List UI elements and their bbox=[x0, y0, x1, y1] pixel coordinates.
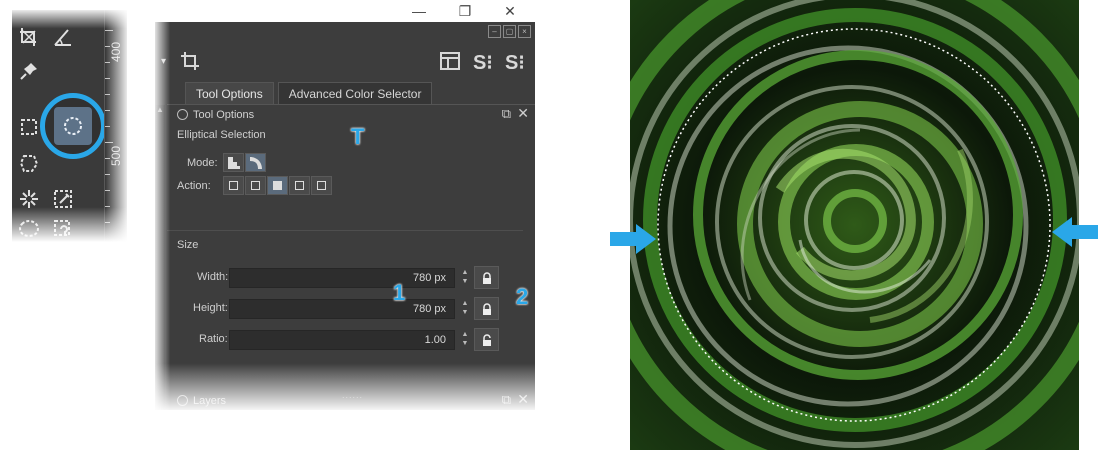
tab-advanced-color-selector[interactable]: Advanced Color Selector bbox=[277, 82, 433, 104]
mode-vector-icon[interactable] bbox=[245, 153, 266, 172]
rectangle-select-icon[interactable] bbox=[16, 114, 42, 140]
dropdown-arrow-icon[interactable]: ▾ bbox=[161, 56, 166, 67]
ruler-label-500: 500 bbox=[109, 145, 123, 166]
ratio-field[interactable]: 1.00 bbox=[229, 330, 455, 350]
ellipse-select-icon[interactable] bbox=[54, 107, 92, 145]
action-label: Action: bbox=[177, 180, 211, 192]
layers-docker-title: Layers bbox=[177, 395, 226, 407]
splitter-grip[interactable]: ...... bbox=[342, 390, 363, 400]
app-body: – ▢ × ▾ S⁝ S⁝ Tool Options Advanced Colo… bbox=[155, 22, 535, 410]
ratio-lock-button[interactable] bbox=[474, 328, 499, 351]
swirl-artwork bbox=[630, 0, 1079, 450]
lock-docker-icon[interactable] bbox=[177, 109, 188, 120]
crop-tool-icon[interactable] bbox=[179, 50, 201, 78]
docker-tabs: Tool Options Advanced Color Selector bbox=[185, 82, 436, 104]
tool-name: Elliptical Selection bbox=[177, 129, 266, 141]
tab-tool-options[interactable]: Tool Options bbox=[185, 82, 274, 104]
subwindow-close-icon[interactable]: × bbox=[518, 25, 531, 38]
subwindow-restore-icon[interactable]: ▢ bbox=[503, 25, 516, 38]
docker-toolbar: ▾ S⁝ S⁝ bbox=[155, 44, 535, 78]
scroll-up-icon[interactable]: ▲ bbox=[155, 105, 165, 115]
height-lock-button[interactable] bbox=[474, 297, 499, 320]
mode-pixel-icon[interactable] bbox=[223, 153, 244, 172]
section-divider bbox=[167, 230, 523, 231]
mode-buttons bbox=[223, 153, 266, 172]
right-arrow-icon bbox=[1052, 217, 1098, 247]
close-docker-icon[interactable]: ✕ bbox=[517, 105, 529, 122]
polygon-select-icon[interactable] bbox=[16, 150, 42, 176]
similar-color-select-icon[interactable] bbox=[50, 186, 76, 212]
docker-title-text: Tool Options bbox=[193, 109, 255, 121]
snapshot-icon[interactable]: S⁝ bbox=[473, 50, 493, 75]
height-field[interactable]: 780 px bbox=[229, 299, 455, 319]
action-subtract-icon[interactable] bbox=[289, 176, 310, 195]
title-bar: — ❐ ✕ bbox=[155, 0, 535, 22]
action-add-icon[interactable] bbox=[267, 176, 288, 195]
restore-icon[interactable]: ❐ bbox=[456, 2, 474, 20]
width-spinner[interactable]: ▲ ▼ bbox=[459, 268, 471, 288]
unlock-icon bbox=[482, 333, 491, 346]
lock-icon bbox=[482, 271, 491, 284]
left-arrow-icon bbox=[610, 224, 656, 254]
layout-icon[interactable] bbox=[439, 50, 461, 78]
magic-wand-icon[interactable] bbox=[16, 186, 42, 212]
action-intersect-icon[interactable] bbox=[245, 176, 266, 195]
callout-tool: T bbox=[351, 124, 365, 149]
width-field[interactable]: 780 px bbox=[229, 268, 455, 288]
toolbox-panel: 400 500 bbox=[12, 10, 127, 242]
width-label: Width: bbox=[197, 271, 229, 283]
ratio-spinner[interactable]: ▲ ▼ bbox=[459, 330, 471, 350]
minimize-icon[interactable]: — bbox=[410, 2, 428, 20]
close-icon[interactable]: ✕ bbox=[501, 2, 519, 20]
snapshot-alt-icon[interactable]: S⁝ bbox=[505, 50, 525, 75]
lock-layers-docker-icon[interactable] bbox=[177, 395, 188, 406]
mode-label: Mode: bbox=[187, 157, 218, 169]
action-replace-icon[interactable] bbox=[223, 176, 244, 195]
layers-title-text: Layers bbox=[193, 395, 227, 407]
callout-lock: 2 bbox=[516, 284, 529, 309]
ruler-label-400: 400 bbox=[109, 41, 123, 62]
pin-icon[interactable] bbox=[16, 58, 42, 84]
close-layers-docker-icon[interactable]: ✕ bbox=[517, 391, 529, 408]
crop-icon[interactable] bbox=[16, 24, 42, 50]
krita-window: — ❐ ✕ – ▢ × ▾ S⁝ S⁝ Tool Options Advance… bbox=[155, 0, 535, 410]
size-heading: Size bbox=[177, 239, 199, 251]
subwindow-controls: – ▢ × bbox=[488, 25, 531, 38]
action-symmetric-difference-icon[interactable] bbox=[311, 176, 332, 195]
height-spinner[interactable]: ▲ ▼ bbox=[459, 299, 471, 319]
canvas-preview bbox=[630, 0, 1079, 450]
width-lock-button[interactable] bbox=[474, 266, 499, 289]
float-layers-docker-icon[interactable]: ⧉ bbox=[502, 392, 511, 408]
bezier-select-icon[interactable] bbox=[16, 216, 42, 242]
docker-title: Tool Options bbox=[177, 109, 254, 121]
lock-icon bbox=[482, 302, 491, 315]
callout-field: 1 bbox=[393, 280, 406, 305]
vertical-ruler: 400 500 bbox=[104, 10, 127, 242]
freehand-path-select-icon[interactable] bbox=[50, 216, 76, 242]
docker-scrollbar[interactable]: ▲ bbox=[155, 105, 165, 410]
ratio-label: Ratio: bbox=[199, 333, 228, 345]
action-buttons bbox=[223, 176, 332, 195]
height-label: Height: bbox=[193, 302, 228, 314]
angle-measure-icon[interactable] bbox=[50, 24, 76, 50]
float-docker-icon[interactable]: ⧉ bbox=[502, 106, 511, 122]
subwindow-minimize-icon[interactable]: – bbox=[488, 25, 501, 38]
